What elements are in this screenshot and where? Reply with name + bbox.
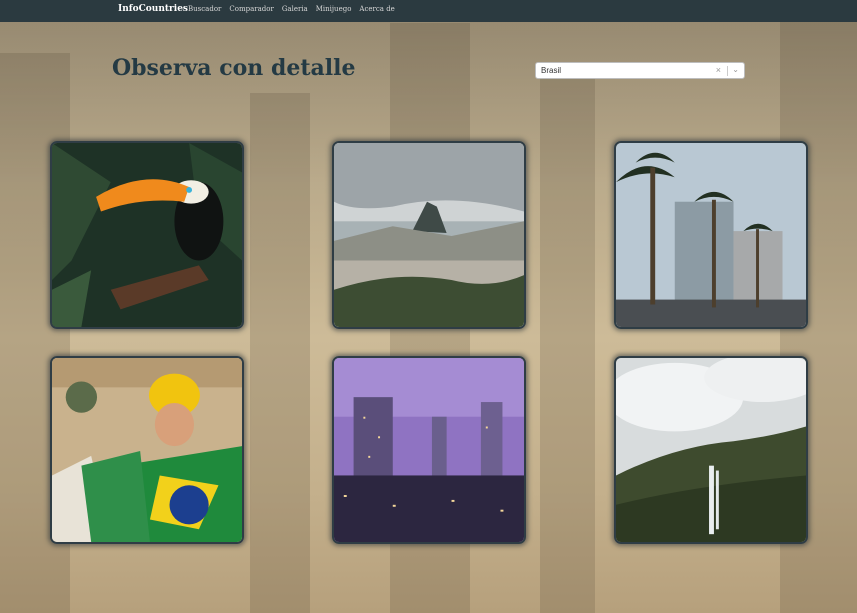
nav-link-minijuego[interactable]: Minijuego — [316, 5, 352, 13]
close-icon[interactable]: × — [716, 65, 721, 75]
gallery-image-fan-with-flag[interactable] — [50, 356, 244, 544]
nav-link-galeria[interactable]: Galeria — [282, 5, 308, 13]
brand-logo[interactable]: InfoCountries — [118, 4, 188, 14]
gallery-image-rio-de-janeiro-bay[interactable] — [332, 141, 526, 329]
select-separator — [727, 66, 728, 76]
gallery-image-toucan[interactable] — [50, 141, 244, 329]
gallery-image-waterfall-canyon[interactable] — [614, 356, 808, 544]
navbar: InfoCountries Buscador Comparador Galeri… — [0, 0, 857, 22]
nav-link-buscador[interactable]: Buscador — [188, 5, 221, 13]
gallery-image-city-at-dusk[interactable] — [332, 356, 526, 544]
country-select[interactable]: Brasil × ⌄ — [535, 62, 745, 79]
nav-link-comparador[interactable]: Comparador — [229, 5, 273, 13]
chevron-down-icon[interactable]: ⌄ — [732, 65, 739, 74]
nav-link-acerca-de[interactable]: Acerca de — [359, 5, 394, 13]
gallery-image-palm-tree-avenue[interactable] — [614, 141, 808, 329]
country-select-value: Brasil — [541, 66, 562, 75]
nav-links: Buscador Comparador Galeria Minijuego Ac… — [188, 5, 395, 13]
page-title: Observa con detalle — [112, 55, 356, 81]
